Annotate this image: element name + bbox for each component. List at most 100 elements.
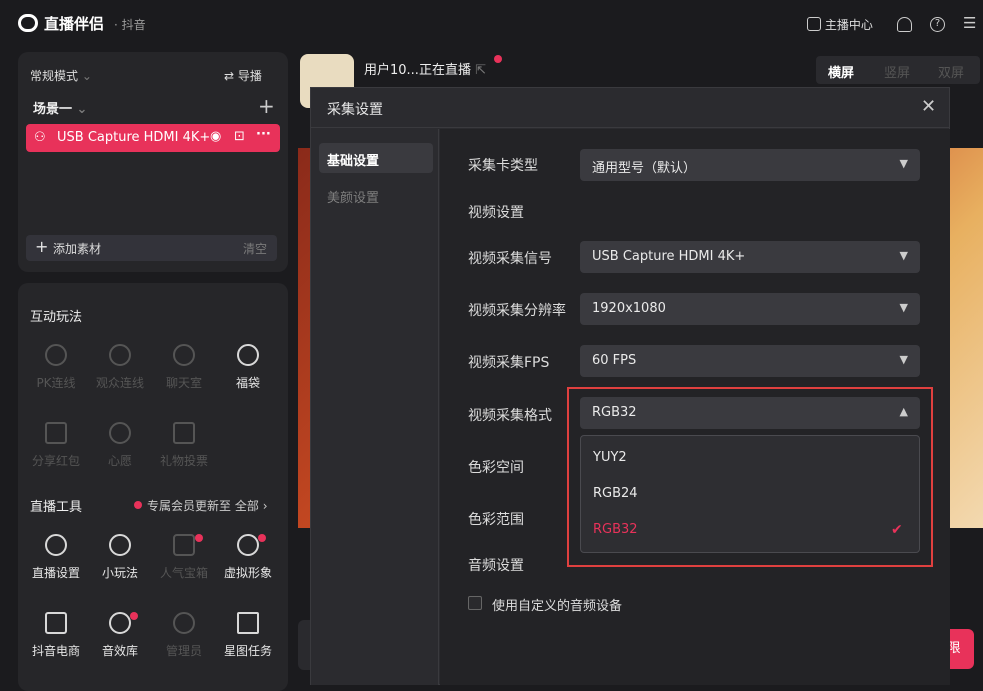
settings-icon [45, 534, 67, 556]
tool-label: PK连线 [36, 376, 76, 390]
tool-label: 礼物投票 [159, 454, 208, 468]
audience-link-tool[interactable]: 观众连线 [92, 344, 148, 391]
source-item[interactable]: ⚇ USB Capture HDMI 4K+ ◉ ⊡ ··· [26, 124, 280, 152]
color-space-label: 色彩空间 [468, 460, 524, 476]
tool-label: 聊天室 [165, 376, 202, 390]
swap-icon: ⇄ [224, 69, 235, 83]
star-task-tool[interactable]: 星图任务 [220, 612, 276, 659]
pk-link-tool[interactable]: PK连线 [28, 344, 84, 391]
tool-label: 直播设置 [31, 566, 80, 580]
chevron-down-icon: ▼ [899, 157, 908, 170]
top-bar: 直播伴侣 · 抖音 主播中心 ? ☰ [0, 0, 983, 48]
chevron-right-icon: › [262, 499, 268, 513]
bag-icon [237, 344, 259, 366]
tool-label: 虚拟形象 [223, 566, 272, 580]
app-logo-icon [18, 14, 38, 32]
tool-label: 星图任务 [223, 644, 272, 658]
modal-title: 采集设置 [327, 102, 383, 118]
more-icon[interactable]: ··· [256, 127, 271, 142]
chat-icon [173, 344, 195, 366]
chevron-down-icon: ⌄ [76, 102, 88, 117]
live-dot [494, 55, 502, 63]
unlock-icon[interactable]: ⊡ [234, 129, 245, 144]
stream-title: 用户10...正在直播 ⇱ [364, 59, 486, 78]
portrait-tab[interactable]: 竖屏 [884, 62, 910, 81]
card-type-select[interactable]: 通用型号（默认） ▼ [580, 149, 920, 181]
wish-icon [109, 422, 131, 444]
mode-label: 常规模式 [30, 69, 79, 83]
landscape-tab[interactable]: 横屏 [828, 62, 854, 81]
mini-game-tool[interactable]: 小玩法 [92, 534, 148, 581]
card-type-label: 采集卡类型 [468, 158, 538, 174]
audio-section-title: 音频设置 [468, 558, 524, 574]
cube-icon [109, 534, 131, 556]
signal-select[interactable]: USB Capture HDMI 4K+ ▼ [580, 241, 920, 273]
ecommerce-tool[interactable]: 抖音电商 [28, 612, 84, 659]
member-notice[interactable]: 专属会员更新至 全部 › [147, 497, 268, 514]
plus-icon: + [35, 237, 49, 256]
tool-label: 音效库 [101, 644, 138, 658]
host-center-button[interactable]: 主播中心 [807, 16, 873, 33]
notice-label: 专属会员更新至 [147, 499, 232, 513]
settings-nav: 基础设置 美颜设置 [311, 129, 439, 685]
chevron-down-icon: ▼ [899, 249, 908, 262]
chart-icon [807, 17, 821, 31]
host-center-label: 主播中心 [824, 18, 873, 32]
nav-beauty-settings[interactable]: 美颜设置 [319, 180, 433, 210]
guide-button[interactable]: ⇄ 导播 [224, 67, 262, 84]
fps-label: 视频采集FPS [468, 355, 550, 371]
scene-select[interactable]: 场景一 ⌄ [33, 98, 87, 117]
notice-dot [134, 501, 142, 509]
share-redpacket-tool[interactable]: 分享红包 [28, 422, 84, 469]
chevron-down-icon: ⌄ [81, 69, 92, 83]
dual-tab[interactable]: 双屏 [938, 62, 964, 81]
wish-tool[interactable]: 心愿 [92, 422, 148, 469]
fps-value: 60 FPS [592, 353, 637, 368]
source-item-label: USB Capture HDMI 4K+ [57, 130, 211, 145]
share-icon[interactable]: ⇱ [475, 63, 486, 78]
nav-basic-settings[interactable]: 基础设置 [319, 143, 433, 173]
popularity-box-tool[interactable]: 人气宝箱 [156, 534, 212, 581]
vote-icon [173, 422, 195, 444]
modal-header: 采集设置 ✕ [311, 88, 949, 128]
custom-audio-checkbox[interactable] [468, 596, 482, 610]
pk-icon [45, 344, 67, 366]
chevron-down-icon: ▼ [899, 353, 908, 366]
sound-library-tool[interactable]: 音效库 [92, 612, 148, 659]
clear-button[interactable]: 清空 [243, 240, 267, 257]
add-scene-icon[interactable]: + [258, 94, 275, 118]
scene-label: 场景一 [33, 102, 73, 117]
signal-label: 视频采集信号 [468, 251, 552, 267]
star-task-icon [237, 612, 259, 634]
link-icon [109, 344, 131, 366]
resolution-select[interactable]: 1920x1080 ▼ [580, 293, 920, 325]
add-material-button[interactable]: 添加素材 [53, 240, 101, 257]
admin-tool[interactable]: 管理员 [156, 612, 212, 659]
redpacket-icon [45, 422, 67, 444]
eye-icon[interactable]: ◉ [210, 129, 221, 144]
tool-label: 心愿 [107, 454, 132, 468]
close-icon[interactable]: ✕ [921, 96, 936, 117]
tool-label: 福袋 [235, 376, 260, 390]
avatar-tool[interactable]: 虚拟形象 [220, 534, 276, 581]
gift-vote-tool[interactable]: 礼物投票 [156, 422, 212, 469]
mode-select[interactable]: 常规模式 ⌄ [30, 67, 92, 84]
chatroom-tool[interactable]: 聊天室 [156, 344, 212, 391]
fps-select[interactable]: 60 FPS ▼ [580, 345, 920, 377]
headset-icon[interactable] [897, 17, 912, 32]
live-settings-tool[interactable]: 直播设置 [28, 534, 84, 581]
all-link[interactable]: 全部 [235, 499, 259, 513]
settings-content: 采集卡类型 通用型号（默认） ▼ 视频设置 视频采集信号 USB Capture… [440, 129, 950, 685]
menu-icon[interactable]: ☰ [963, 14, 976, 32]
music-icon [109, 612, 131, 634]
lucky-bag-tool[interactable]: 福袋 [220, 344, 276, 391]
cart-icon [45, 612, 67, 634]
custom-audio-label: 使用自定义的音频设备 [492, 599, 623, 614]
highlight-box [567, 387, 933, 567]
app-title: 直播伴侣 [44, 15, 105, 33]
capture-settings-modal: 采集设置 ✕ 基础设置 美颜设置 采集卡类型 通用型号（默认） ▼ 视频设置 视… [310, 87, 950, 685]
help-icon[interactable]: ? [930, 17, 945, 32]
tool-label: 抖音电商 [31, 644, 80, 658]
tool-label: 观众连线 [95, 376, 144, 390]
tree-icon: ⚇ [34, 130, 46, 145]
